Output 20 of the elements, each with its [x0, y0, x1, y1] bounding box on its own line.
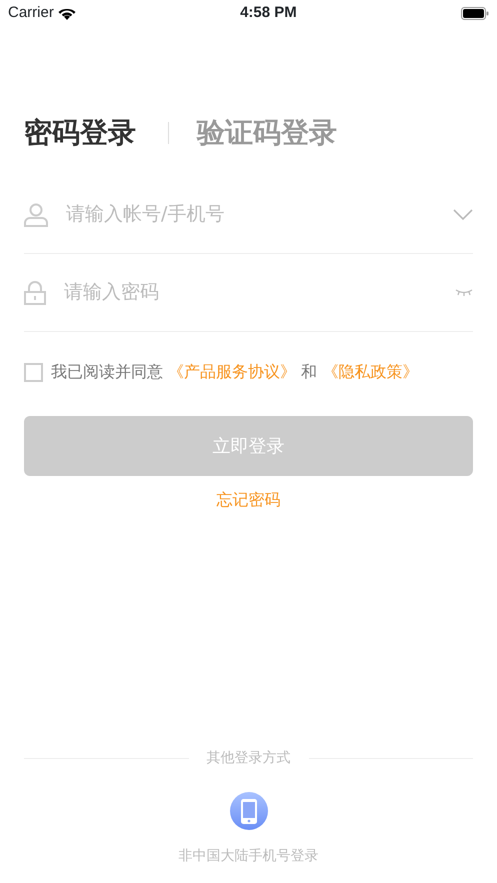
other-login-title: 其他登录方式 [206, 749, 292, 768]
phone-icon[interactable] [228, 791, 268, 831]
account-field[interactable]: 请输入帐号/手机号 [64, 199, 437, 230]
dropdown-chevron-icon[interactable] [453, 209, 473, 220]
agreement-checkbox[interactable] [24, 362, 43, 382]
user-icon [24, 202, 48, 226]
clock-time: 4:58 PM [240, 2, 297, 23]
login-tab[interactable]: 密码登录 [24, 112, 136, 154]
closed-eye-icon[interactable] [455, 288, 473, 296]
service-agreement-link[interactable]: 《产品服务协议》 [168, 362, 296, 381]
overseas-phone-login-link[interactable]: 非中国大陆手机号登录 [178, 848, 318, 864]
privacy-policy-link[interactable]: 《隐私政策》 [322, 362, 418, 381]
wifi-icon [58, 6, 76, 20]
agreement-text: 我已阅读并同意 《产品服务协议》 和 《隐私政策》 [51, 361, 418, 383]
login-tab[interactable]: 验证码登录 [197, 112, 337, 154]
battery-icon [460, 6, 489, 20]
lock-icon [24, 280, 46, 304]
password-field[interactable]: 请输入密码 [62, 277, 439, 308]
carrier-label: Carrier [8, 2, 54, 23]
forgot-password-link[interactable]: 忘记密码 [216, 490, 280, 509]
